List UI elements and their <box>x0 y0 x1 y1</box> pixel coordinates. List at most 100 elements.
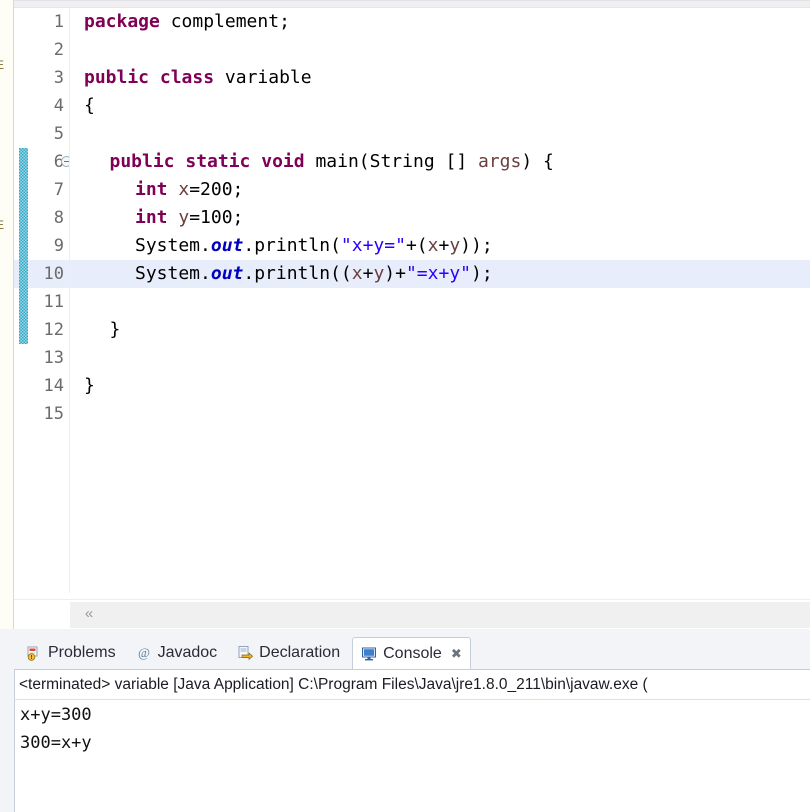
code-token: + <box>362 263 374 284</box>
code-token: y <box>449 235 461 256</box>
svg-text:@: @ <box>138 645 150 660</box>
code-token: void <box>261 151 305 172</box>
code-token: public <box>84 67 150 88</box>
code-line[interactable]: { <box>84 92 95 120</box>
console-icon <box>361 646 377 662</box>
code-token: { <box>84 95 95 116</box>
console-output-line: 300=x+y <box>20 733 92 753</box>
code-text-area[interactable]: package complement; public class variable… <box>70 8 810 600</box>
code-line[interactable]: int y=100; <box>135 204 243 232</box>
code-token: out <box>210 235 244 256</box>
code-token: static <box>185 151 251 172</box>
code-token: int <box>135 179 168 200</box>
code-line[interactable]: public static void main(String [] args) … <box>110 148 554 176</box>
line-number: 13 <box>43 348 64 368</box>
code-token: variable <box>214 67 312 88</box>
tree-item-truncated-1[interactable]: E <box>0 58 4 72</box>
line-number: 5 <box>53 124 64 144</box>
console-output-line: x+y=300 <box>20 705 92 725</box>
code-token: =200; <box>189 179 244 200</box>
bottom-panel-tabbar[interactable]: Problems @ Javadoc Declaration Console ✖ <box>0 637 810 669</box>
code-line[interactable]: System.out.println((x+y)+"=x+y"); <box>135 260 493 288</box>
code-token: System. <box>135 263 211 284</box>
code-token: int <box>135 207 168 228</box>
code-token: y <box>373 263 385 284</box>
code-line[interactable]: int x=200; <box>135 176 243 204</box>
declaration-icon <box>237 645 254 661</box>
line-number: 9 <box>53 236 64 256</box>
code-token: ) { <box>521 151 554 172</box>
code-token: +( <box>405 235 428 256</box>
code-line[interactable]: } <box>84 372 95 400</box>
eclipse-ide-window: E E 123456789101112131415 package comple… <box>0 0 810 812</box>
code-token: main(String [] <box>304 151 478 172</box>
code-token: x <box>178 179 190 200</box>
line-number: 8 <box>53 208 64 228</box>
code-token: =100; <box>189 207 244 228</box>
tab-label: Problems <box>48 644 116 661</box>
problems-icon <box>26 645 42 661</box>
tree-item-truncated-2[interactable]: E <box>0 218 4 232</box>
code-token: package <box>84 11 160 32</box>
line-number: 6 <box>53 152 64 172</box>
code-token: x <box>351 263 363 284</box>
code-token: y <box>178 207 190 228</box>
package-explorer-strip[interactable]: E E <box>0 0 14 629</box>
tab-declaration[interactable]: Declaration <box>229 637 348 669</box>
tab-label: Console <box>383 644 442 662</box>
line-number: 2 <box>53 40 64 60</box>
bottom-panel: Problems @ Javadoc Declaration Console ✖ <ter… <box>0 629 810 812</box>
code-token: class <box>159 67 215 88</box>
line-number: 11 <box>43 292 64 312</box>
code-line[interactable]: } <box>110 316 121 344</box>
editor-gutter[interactable]: 1 2 3 4 5 6 7 8 9 10 11 12 13 14 15 <box>14 8 72 600</box>
line-number: 15 <box>43 404 64 424</box>
code-token: ); <box>471 263 493 284</box>
code-line[interactable]: package complement; <box>84 8 290 36</box>
code-token: .println( <box>243 235 341 256</box>
line-number: 12 <box>43 320 64 340</box>
code-token: x <box>427 235 439 256</box>
code-token: .println(( <box>243 263 352 284</box>
console-launch-header: <terminated> variable [Java Application]… <box>14 669 810 699</box>
code-token: "=x+y" <box>405 263 471 284</box>
line-number: 3 <box>53 68 64 88</box>
code-line[interactable]: public class variable <box>84 64 312 92</box>
code-token: public <box>109 151 175 172</box>
tab-label: Declaration <box>259 644 341 661</box>
java-source-editor[interactable]: 1 2 3 4 5 6 7 8 9 10 11 12 13 14 15 package complement… <box>14 0 810 629</box>
scroll-left-chevron-icon[interactable]: « <box>78 603 100 625</box>
code-token: args <box>478 151 522 172</box>
javadoc-at-icon: @ <box>136 645 152 661</box>
line-number: 1 <box>53 12 64 32</box>
line-number: 7 <box>53 180 64 200</box>
tab-problems[interactable]: Problems <box>18 637 124 669</box>
tab-label: Javadoc <box>157 644 218 661</box>
console-launch-header-text: <terminated> variable [Java Application]… <box>19 676 648 693</box>
code-token: )); <box>460 235 493 256</box>
tab-console[interactable]: Console ✖ <box>352 637 471 669</box>
scrollbar-track[interactable] <box>70 602 810 628</box>
line-number: 4 <box>53 96 64 116</box>
code-token: } <box>84 375 95 396</box>
close-icon[interactable]: ✖ <box>451 646 462 662</box>
code-token: "x+y=" <box>340 235 406 256</box>
tab-javadoc[interactable]: @ Javadoc <box>128 637 226 669</box>
code-token: + <box>438 235 450 256</box>
line-number: 10 <box>43 264 64 284</box>
code-line[interactable]: System.out.println("x+y="+(x+y)); <box>135 232 493 260</box>
editor-horizontal-scrollbar[interactable]: « <box>14 599 810 629</box>
code-token: System. <box>135 235 211 256</box>
console-output-area[interactable]: x+y=300 300=x+y <box>14 699 810 812</box>
code-token: complement; <box>159 11 290 32</box>
code-token: out <box>210 263 244 284</box>
line-number: 14 <box>43 376 64 396</box>
code-token: } <box>109 319 121 340</box>
editor-top-edge <box>14 1 810 8</box>
code-token: )+ <box>384 263 406 284</box>
